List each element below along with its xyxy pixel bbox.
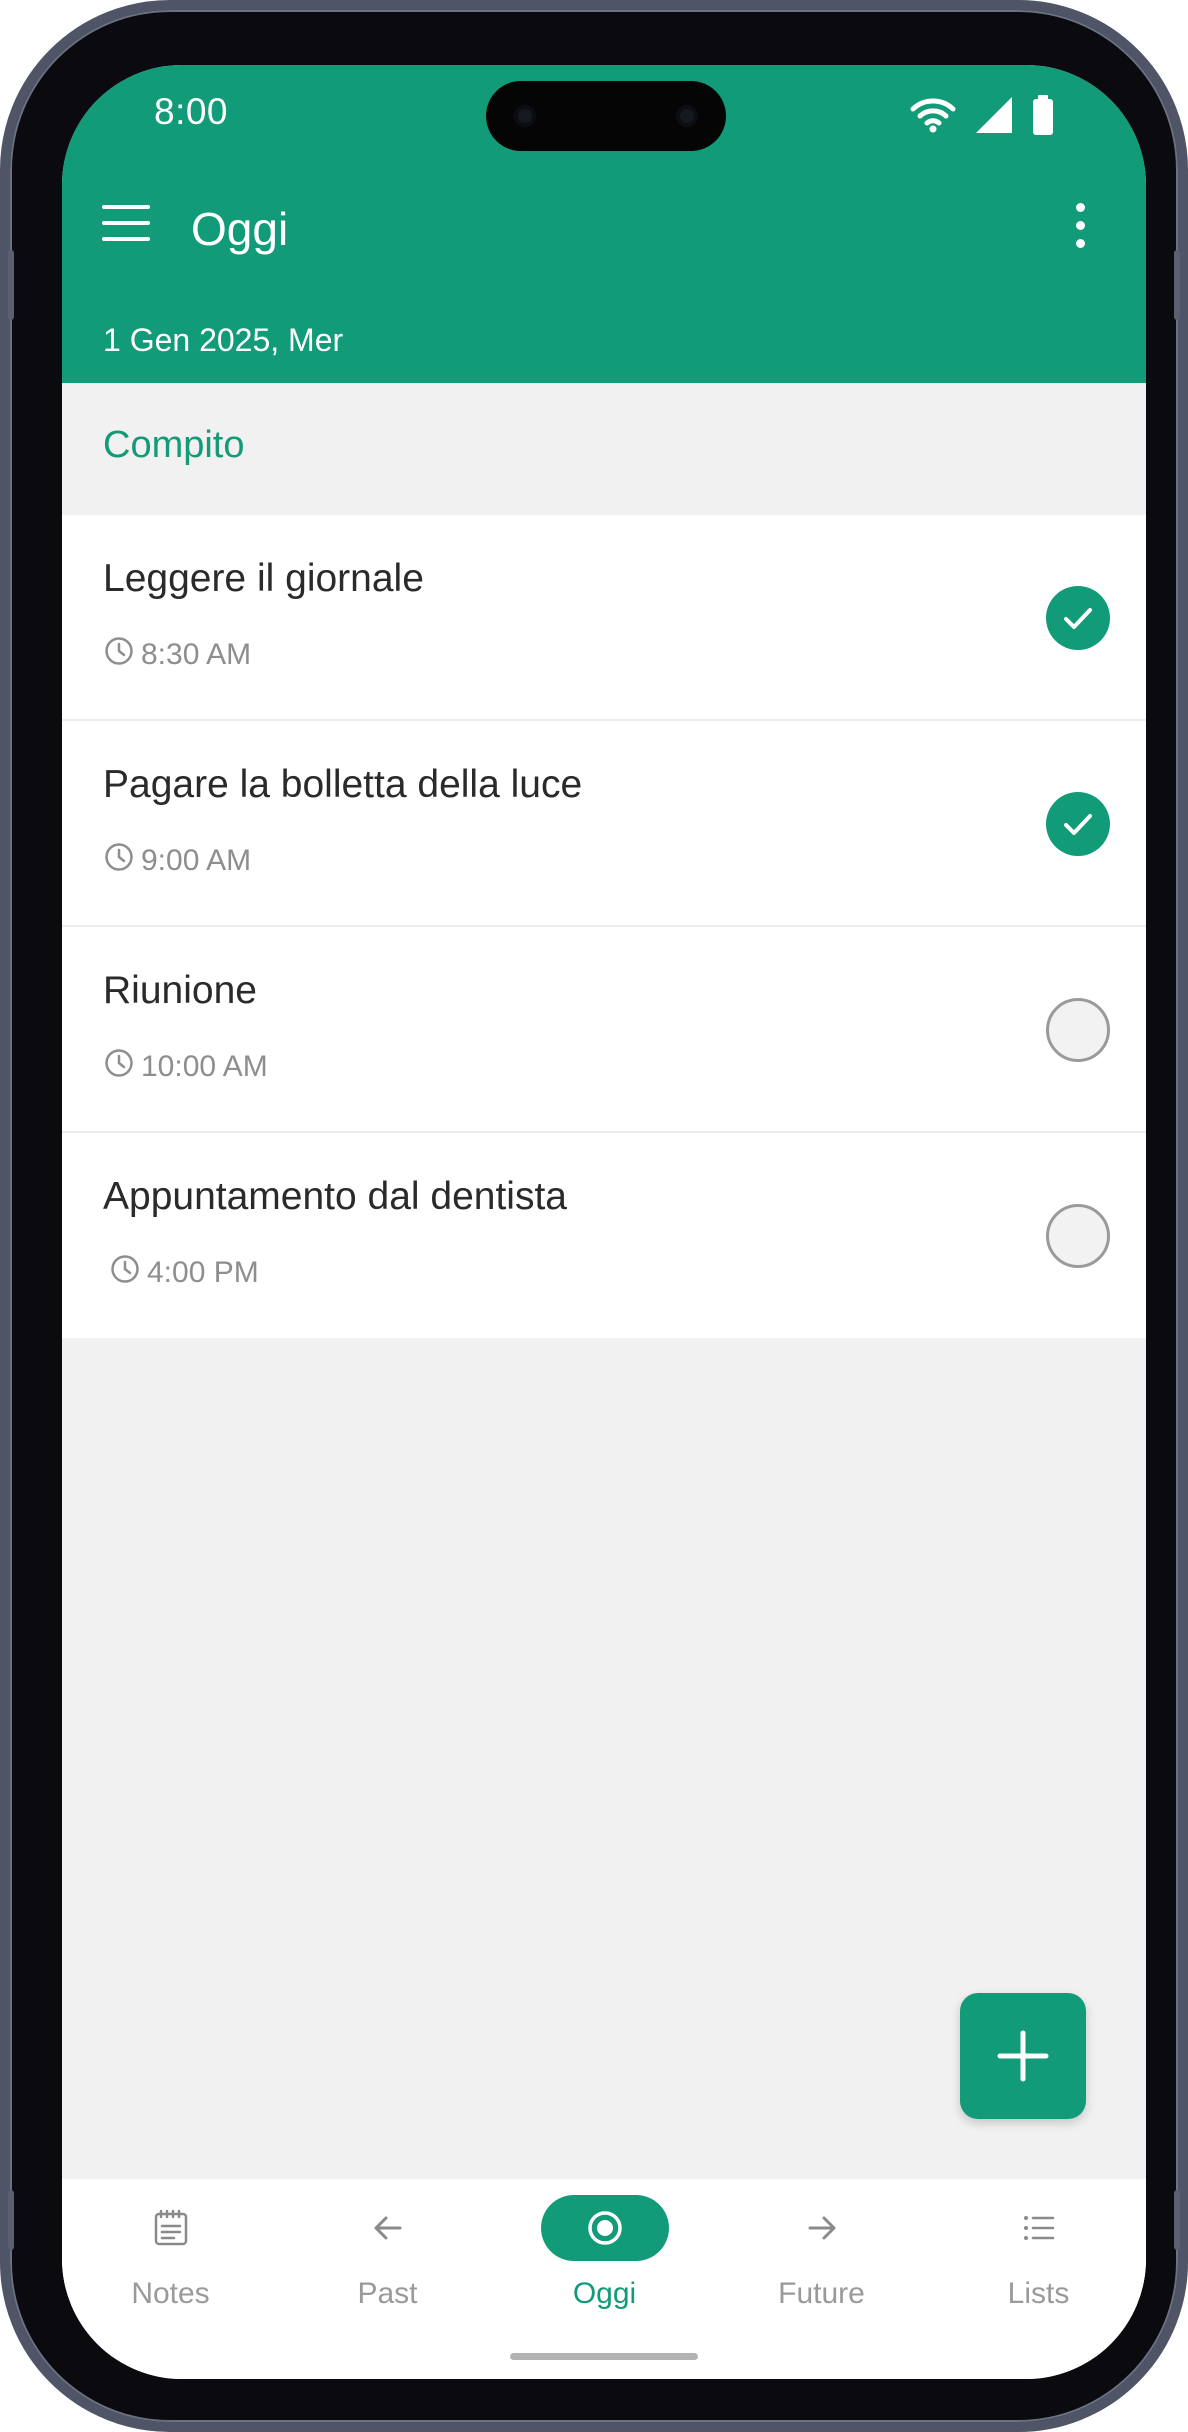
checkbox-unchecked[interactable] (1046, 1204, 1110, 1268)
task-time: 10:00 AM (141, 1050, 268, 1083)
nav-item-notes[interactable]: Notes (62, 2179, 279, 2339)
side-button (8, 250, 14, 320)
dynamic-island (486, 81, 726, 151)
task-item[interactable]: Leggere il giornale 8:30 AM (62, 515, 1146, 721)
nav-icon-container (107, 2195, 235, 2261)
status-icons (910, 95, 1054, 140)
notes-icon (154, 2209, 187, 2246)
nav-icon-container (324, 2195, 452, 2261)
task-item[interactable]: Pagare la bolletta della luce 9:00 AM (62, 721, 1146, 927)
checkbox-unchecked[interactable] (1046, 998, 1110, 1062)
task-title: Riunione (103, 969, 257, 1012)
task-item[interactable]: Riunione 10:00 AM (62, 927, 1146, 1133)
phone-frame: 8:00 Oggi 1 Gen 2025, Mer Compito Legger… (0, 0, 1188, 2432)
nav-item-lists[interactable]: Lists (930, 2179, 1146, 2339)
app-bar: 8:00 Oggi 1 Gen 2025, Mer (62, 65, 1146, 383)
bottom-navigation: Notes Past Oggi Future Lists (62, 2179, 1146, 2379)
task-time-row: 4:00 PM (109, 1253, 259, 1293)
task-time: 8:30 AM (141, 638, 252, 671)
nav-icon-container (540, 2195, 669, 2261)
arrow-right-icon (808, 2216, 835, 2240)
nav-icon-container (975, 2195, 1103, 2261)
page-title: Oggi (191, 203, 289, 255)
status-time: 8:00 (154, 91, 229, 132)
list-icon (1023, 2216, 1054, 2240)
task-title: Pagare la bolletta della luce (103, 763, 583, 806)
add-task-button[interactable] (960, 1993, 1086, 2119)
clock-icon (103, 635, 135, 675)
side-button (1174, 250, 1180, 320)
wifi-icon (910, 96, 956, 139)
section-title: Compito (103, 424, 245, 466)
side-button (1174, 2190, 1180, 2250)
nav-item-past[interactable]: Past (279, 2179, 496, 2339)
camera-icon (514, 105, 536, 127)
more-vertical-icon[interactable] (1068, 203, 1092, 253)
checkbox-checked[interactable] (1046, 792, 1110, 856)
hamburger-menu-icon[interactable] (102, 205, 154, 245)
arrow-left-icon (374, 2216, 401, 2240)
side-button (8, 2190, 14, 2250)
nav-label: Future (778, 2277, 865, 2310)
nav-label: Oggi (572, 2277, 637, 2310)
task-list: Leggere il giornale 8:30 AM Pagare la bo… (62, 515, 1146, 1338)
section-header: Compito (62, 383, 1146, 515)
battery-icon (1032, 95, 1054, 140)
current-date: 1 Gen 2025, Mer (103, 322, 344, 358)
task-title: Appuntamento dal dentista (103, 1175, 568, 1218)
camera-icon (676, 105, 698, 127)
clock-icon (103, 841, 135, 881)
nav-label: Lists (1007, 2277, 1070, 2310)
task-item[interactable]: Appuntamento dal dentista 4:00 PM (62, 1133, 1146, 1338)
clock-icon (109, 1253, 141, 1293)
task-time-row: 9:00 AM (103, 841, 251, 881)
task-title: Leggere il giornale (103, 557, 424, 600)
task-time-row: 10:00 AM (103, 1047, 268, 1087)
today-target-icon (587, 2211, 622, 2245)
clock-icon (103, 1047, 135, 1087)
nav-label: Past (357, 2277, 418, 2310)
nav-icon-container (758, 2195, 886, 2261)
home-indicator (510, 2353, 698, 2360)
nav-item-oggi[interactable]: Oggi (496, 2179, 713, 2339)
task-time: 4:00 PM (147, 1256, 259, 1289)
cellular-signal-icon (974, 95, 1014, 140)
nav-label: Notes (131, 2277, 210, 2310)
plus-icon (997, 2030, 1049, 2082)
checkbox-checked[interactable] (1046, 586, 1110, 650)
task-time-row: 8:30 AM (103, 635, 251, 675)
task-time: 9:00 AM (141, 844, 252, 877)
nav-item-future[interactable]: Future (713, 2179, 930, 2339)
screen: 8:00 Oggi 1 Gen 2025, Mer Compito Legger… (62, 65, 1146, 2379)
